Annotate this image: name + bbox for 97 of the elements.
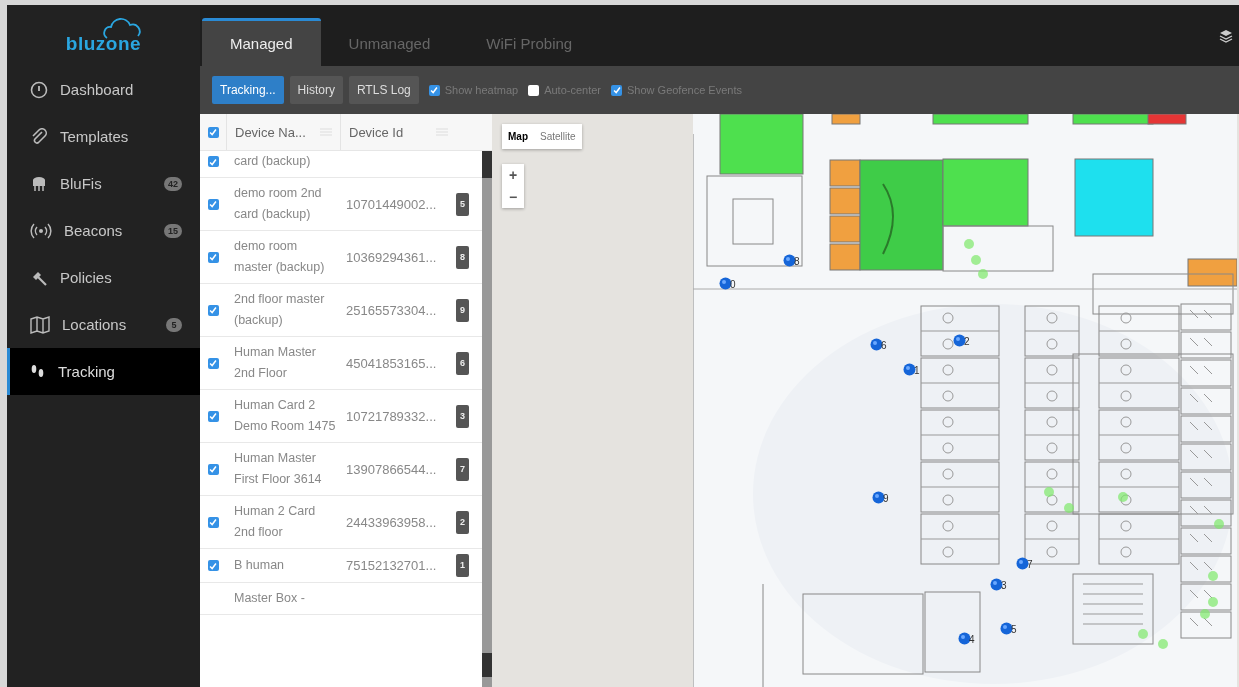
- pin-icon[interactable]: [870, 338, 883, 351]
- pin-label: 0: [730, 279, 736, 290]
- sidebar-item[interactable]: Locations 5: [7, 301, 200, 348]
- device-name: B human: [233, 557, 286, 574]
- broadcast-icon: [30, 221, 52, 240]
- desk-drawing: [1180, 583, 1232, 611]
- desk-drawing: [1024, 409, 1080, 461]
- column-header[interactable]: Device Id: [340, 114, 456, 150]
- marker-number-badge: 8: [456, 245, 469, 269]
- checkbox[interactable]: [207, 463, 219, 475]
- checkbox[interactable]: [528, 84, 540, 96]
- pin-label: 8: [794, 256, 800, 267]
- desk-drawing: [1024, 357, 1080, 409]
- zoom-out-button[interactable]: −: [502, 186, 524, 208]
- checkbox[interactable]: [207, 156, 219, 167]
- device-name: Human Card 2 Demo Room 1475: [233, 397, 337, 435]
- pin-icon[interactable]: [872, 491, 885, 504]
- toolbar-button[interactable]: RTLS Log: [348, 76, 419, 104]
- pin-icon[interactable]: [1000, 622, 1013, 635]
- checkbox[interactable]: [207, 251, 219, 263]
- pin-label: 1: [914, 365, 920, 376]
- device-name: 2nd floor master (backup): [233, 291, 326, 329]
- pin-icon[interactable]: [953, 334, 966, 347]
- heatmap-spot: [1118, 492, 1128, 502]
- device-name: demo room 2nd card (backup): [233, 185, 323, 223]
- map-icon: [30, 315, 50, 334]
- checkbox[interactable]: [428, 84, 440, 96]
- marker-number-badge: 1: [456, 554, 469, 577]
- heatmap-spot: [1214, 519, 1224, 529]
- desk-drawing: [1024, 305, 1080, 357]
- heatmap-spot: [1208, 571, 1218, 581]
- map-type-button[interactable]: Satellite: [534, 124, 582, 149]
- pin-label: 7: [1027, 559, 1033, 570]
- marker-number-badge: 3: [456, 404, 469, 428]
- pin-icon[interactable]: [990, 578, 1003, 591]
- scrollbar[interactable]: [482, 150, 492, 687]
- pin-icon[interactable]: [1016, 557, 1029, 570]
- zoom-in-button[interactable]: +: [502, 164, 524, 186]
- device-id: 24433963958...: [345, 513, 438, 532]
- sidebar-item[interactable]: Dashboard: [7, 66, 200, 113]
- toolbar-button[interactable]: History: [289, 76, 343, 104]
- pin-label: 5: [1011, 624, 1017, 635]
- device-id: 25165573304...: [345, 301, 438, 320]
- pin-icon[interactable]: [903, 363, 916, 376]
- count-badge: 5: [166, 317, 182, 332]
- map-type-button[interactable]: Map: [502, 124, 534, 149]
- puck-icon: [30, 174, 48, 193]
- marker-number-badge: 7: [456, 457, 469, 481]
- pin-label: 6: [881, 340, 887, 351]
- marker-number-badge: 5: [456, 192, 469, 216]
- device-name: Human Master 2nd Floor: [233, 344, 317, 382]
- checkbox[interactable]: [207, 126, 219, 138]
- sidebar-item[interactable]: BluFis 42: [7, 160, 200, 207]
- layers-icon[interactable]: [1219, 28, 1233, 43]
- column-header[interactable]: Device Na...: [226, 114, 340, 150]
- toolbar-button[interactable]: Tracking...: [212, 76, 284, 104]
- device-id: 45041853165...: [345, 354, 438, 373]
- device-name: Human Master First Floor 3614: [233, 450, 323, 488]
- room: [1187, 258, 1237, 287]
- device-id: 10721789332...: [345, 407, 438, 426]
- desk-drawing: [1024, 461, 1080, 513]
- count-badge: 42: [164, 176, 182, 191]
- pin-label: 3: [1001, 580, 1007, 591]
- tab[interactable]: Managed: [202, 18, 321, 66]
- device-name: Master Box -: [233, 590, 306, 607]
- count-badge: 15: [164, 223, 182, 238]
- marker-number-badge: 9: [456, 298, 469, 322]
- checkbox[interactable]: [207, 304, 219, 316]
- device-id: 13907866544...: [345, 460, 438, 479]
- checkbox[interactable]: [207, 198, 219, 210]
- device-name: demo room master (backup): [233, 238, 326, 276]
- checkbox[interactable]: [207, 516, 219, 528]
- pin-icon[interactable]: [783, 254, 796, 267]
- device-id: 75152132701...: [345, 557, 438, 575]
- checkbox[interactable]: [207, 410, 219, 422]
- pin-icon[interactable]: [958, 632, 971, 645]
- logo: bluzone: [55, 16, 152, 55]
- marker-number-badge: 2: [456, 510, 469, 534]
- paperclip-icon: [30, 127, 48, 146]
- marker-number-badge: 6: [456, 351, 469, 375]
- gauge-icon: [30, 80, 48, 99]
- checkbox[interactable]: [207, 357, 219, 369]
- checkbox[interactable]: [611, 84, 622, 96]
- pin-label: 2: [964, 336, 970, 347]
- sidebar-item[interactable]: Templates: [7, 113, 200, 160]
- sidebar-item[interactable]: Policies: [7, 254, 200, 301]
- device-name: Human 2 Card 2nd floor: [233, 503, 317, 541]
- pin-icon[interactable]: [719, 277, 732, 290]
- checkbox[interactable]: [207, 560, 219, 571]
- pin-label: 4: [969, 634, 975, 645]
- device-name: card (backup): [233, 153, 312, 170]
- device-id: 10369294361...: [345, 248, 438, 267]
- pin-label: 9: [883, 493, 889, 504]
- sidebar-item[interactable]: Beacons 15: [7, 207, 200, 254]
- desk-drawing: [1180, 611, 1232, 639]
- device-id: 10701449002...: [345, 195, 438, 214]
- sidebar-item[interactable]: Tracking: [7, 348, 200, 395]
